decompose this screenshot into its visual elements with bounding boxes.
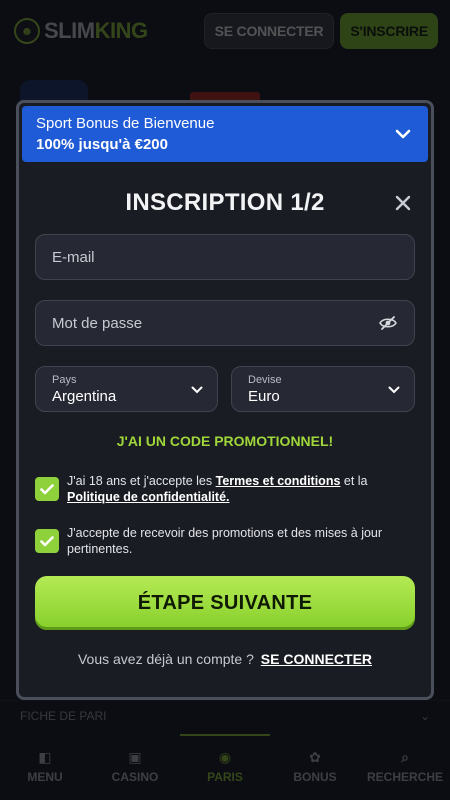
password-field[interactable] [35,300,415,346]
bonus-title: Sport Bonus de Bienvenue [36,115,215,132]
email-input[interactable] [52,248,398,266]
promo-code-link[interactable]: J'AI UN CODE PROMOTIONNEL! [19,433,431,449]
modal-title: INSCRIPTION 1/2 [125,189,325,216]
country-value: Argentina [52,387,117,405]
have-account-text: Vous avez déjà un compte ? [77,651,254,667]
chevron-down-icon [191,381,203,399]
terms-checkbox[interactable] [35,477,59,501]
marketing-checkbox[interactable] [35,529,59,553]
marketing-consent-row: J'accepte de recevoir des promotions et … [35,525,415,557]
terms-text: J'ai 18 ans et j'accepte les Termes et c… [67,474,368,504]
close-icon[interactable] [391,191,415,215]
welcome-bonus-selector[interactable]: Sport Bonus de Bienvenue 100% jusqu'à €2… [22,106,428,162]
marketing-text: J'accepte de recevoir des promotions et … [67,526,383,556]
eye-off-icon[interactable] [378,313,398,333]
email-field[interactable] [35,234,415,280]
terms-consent-row: J'ai 18 ans et j'accepte les Termes et c… [35,473,415,505]
password-input[interactable] [52,314,378,332]
modal-login-link[interactable]: SE CONNECTER [261,651,372,667]
currency-select[interactable]: Devise Euro [231,366,415,412]
chevron-down-icon [388,381,400,399]
currency-value: Euro [248,387,280,405]
next-step-button[interactable]: ÉTAPE SUIVANTE [35,576,415,630]
terms-link[interactable]: Termes et conditions [216,474,341,488]
privacy-link[interactable]: Politique de confidentialité. [67,490,230,504]
chevron-down-icon[interactable] [392,123,414,145]
signup-modal: Sport Bonus de Bienvenue 100% jusqu'à €2… [16,100,434,700]
country-select[interactable]: Pays Argentina [35,366,218,412]
login-prompt: Vous avez déjà un compte ? SE CONNECTER [19,651,431,667]
bonus-amount: 100% jusqu'à €200 [36,136,168,153]
currency-label: Devise [248,373,282,386]
country-label: Pays [52,373,77,386]
